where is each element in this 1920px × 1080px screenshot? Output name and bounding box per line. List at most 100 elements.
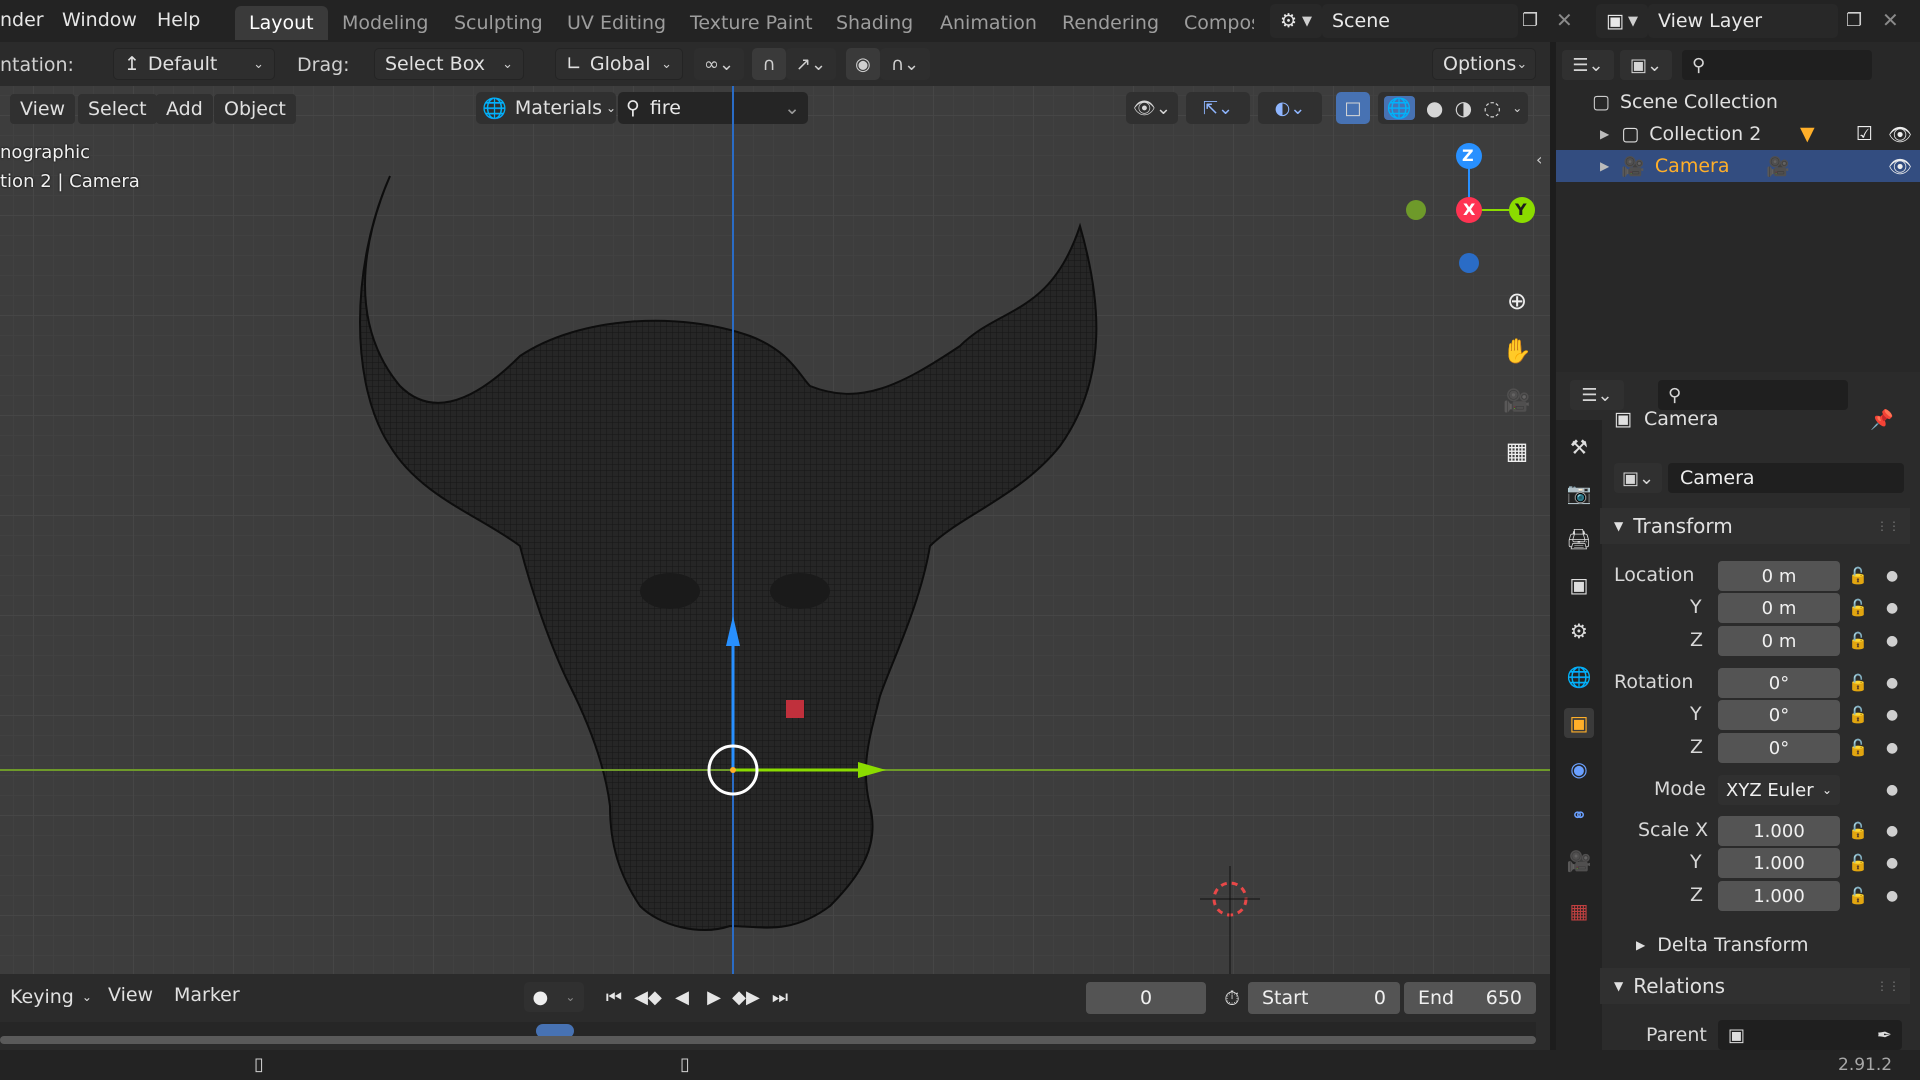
tab-rendering[interactable]: Rendering — [1048, 6, 1173, 40]
camera-data-icon[interactable]: 🎥 — [1766, 155, 1790, 178]
menu-window[interactable]: Window — [62, 9, 137, 31]
rotation-y-field[interactable]: 0° — [1718, 700, 1840, 730]
view-layer-tab-icon[interactable]: ▣ — [1564, 570, 1594, 600]
exclude-checkbox-icon[interactable]: ☑ — [1856, 123, 1873, 145]
rotation-x-field[interactable]: 0° — [1718, 668, 1840, 698]
outliner-item-camera[interactable]: ▶ 🎥 Camera 🎥 👁 — [1556, 150, 1920, 182]
lock-icon[interactable]: 🔓 — [1848, 738, 1868, 757]
tab-modeling[interactable]: Modeling — [328, 6, 442, 40]
options-dropdown[interactable]: Options ⌄ — [1432, 48, 1536, 80]
pan-hand-icon[interactable]: ✋ — [1498, 332, 1536, 370]
location-y-field[interactable]: 0 m — [1718, 593, 1840, 623]
eye-icon[interactable]: 👁 — [1888, 155, 1912, 178]
timeline-menu-view[interactable]: View — [108, 984, 153, 1006]
pin-icon[interactable]: 📌 — [1870, 408, 1894, 431]
drag-handle-icon[interactable]: ⋮⋮ — [1876, 519, 1900, 533]
keyframe-dot-icon[interactable]: ● — [1886, 675, 1898, 691]
prev-keyframe-icon[interactable]: ◀◆ — [632, 982, 664, 1012]
outliner-scene-collection[interactable]: ▢ Scene Collection — [1556, 86, 1920, 118]
snap-toggle[interactable]: ∩ — [752, 48, 786, 80]
view-layer-name-field[interactable]: View Layer — [1648, 4, 1838, 38]
parent-field[interactable]: ▣ ✒ — [1718, 1020, 1902, 1050]
eyedropper-icon[interactable]: ✒ — [1877, 1025, 1892, 1046]
tool-tab-icon[interactable]: ⚒ — [1564, 432, 1594, 462]
falloff-button[interactable]: ∩⌄ — [880, 48, 930, 80]
rotation-z-field[interactable]: 0° — [1718, 733, 1840, 763]
transform-panel-header[interactable]: ▼ Transform ⋮⋮ — [1600, 508, 1910, 544]
new-scene-icon[interactable]: ❐ — [1522, 10, 1538, 31]
delta-transform-subpanel[interactable]: ▶ Delta Transform — [1636, 930, 1896, 960]
expand-arrow-icon[interactable]: ▶ — [1600, 127, 1609, 141]
chevron-down-icon[interactable]: ⌄ — [565, 990, 575, 1004]
texture-tab-icon[interactable]: ▦ — [1564, 896, 1594, 926]
sidebar-toggle-icon[interactable]: ‹ — [1536, 150, 1542, 169]
close-icon[interactable]: ✕ — [1882, 8, 1899, 32]
tab-compositing[interactable]: Compos — [1170, 6, 1254, 40]
bull-head-mesh[interactable] — [0, 86, 1550, 974]
scale-y-field[interactable]: 1.000 — [1718, 848, 1840, 878]
tab-uv-editing[interactable]: UV Editing — [553, 6, 680, 40]
camera-view-icon[interactable]: 🎥 — [1498, 382, 1536, 420]
gizmo-y-arrow-head[interactable] — [858, 762, 886, 778]
record-icon[interactable]: ● — [533, 987, 549, 1008]
scale-x-field[interactable]: 1.000 — [1718, 816, 1840, 846]
constraints-tab-icon[interactable]: ⚭ — [1564, 800, 1594, 830]
end-frame-field[interactable]: End 650 — [1404, 982, 1536, 1014]
camera-data-tab-icon[interactable]: 🎥 — [1564, 846, 1594, 876]
keyframe-dot-icon[interactable]: ● — [1886, 707, 1898, 723]
start-frame-field[interactable]: Start 0 — [1248, 982, 1400, 1014]
gizmo-plane-handle[interactable] — [786, 700, 804, 718]
render-tab-icon[interactable]: 📷 — [1564, 478, 1594, 508]
output-tab-icon[interactable]: 🖨 — [1564, 524, 1594, 554]
keyframe-dot-icon[interactable]: ● — [1886, 740, 1898, 756]
keyframe-dot-icon[interactable]: ● — [1886, 823, 1898, 839]
current-frame-field[interactable]: 0 — [1086, 982, 1206, 1014]
menu-render[interactable]: nder — [0, 9, 44, 31]
lock-icon[interactable]: 🔓 — [1848, 566, 1868, 585]
nav-neg-y-ball[interactable] — [1406, 200, 1426, 220]
drag-handle-icon[interactable]: ⋮⋮ — [1876, 979, 1900, 993]
lock-icon[interactable]: 🔓 — [1848, 886, 1868, 905]
new-view-layer-icon[interactable]: ❐ — [1846, 10, 1862, 31]
stopwatch-icon[interactable]: ⏱ — [1216, 982, 1248, 1014]
rotation-mode-dropdown[interactable]: XYZ Euler ⌄ — [1718, 775, 1840, 805]
keying-dropdown[interactable]: Keying ⌄ — [0, 982, 96, 1012]
next-keyframe-icon[interactable]: ◆▶ — [730, 982, 762, 1012]
close-icon[interactable]: ✕ — [1556, 8, 1573, 32]
proportional-edit-toggle[interactable]: ◉ — [846, 48, 880, 80]
outliner-search-input[interactable]: ⚲ — [1682, 50, 1872, 80]
grid-icon[interactable]: ▦ — [1498, 432, 1536, 470]
play-icon[interactable]: ▶ — [698, 982, 730, 1012]
lock-icon[interactable]: 🔓 — [1848, 631, 1868, 650]
object-browse-button[interactable]: ▣⌄ — [1614, 463, 1662, 493]
keyframe-dot-icon[interactable]: ● — [1886, 782, 1898, 798]
pivot-point-button[interactable]: ∞⌄ — [694, 48, 744, 80]
tab-sculpting[interactable]: Sculpting — [440, 6, 557, 40]
snap-target-button[interactable]: ↗⌄ — [786, 48, 836, 80]
menu-help[interactable]: Help — [157, 9, 200, 31]
world-tab-icon[interactable]: 🌐 — [1564, 662, 1594, 692]
lock-icon[interactable]: 🔓 — [1848, 705, 1868, 724]
play-reverse-icon[interactable]: ◀ — [666, 982, 698, 1012]
keyframe-dot-icon[interactable]: ● — [1886, 633, 1898, 649]
scene-browse-button[interactable]: ⚙ ▼ — [1270, 4, 1322, 38]
eye-icon[interactable]: 👁 — [1888, 123, 1912, 146]
physics-tab-icon[interactable]: ◉ — [1564, 754, 1594, 784]
location-x-field[interactable]: 0 m — [1718, 561, 1840, 591]
lock-icon[interactable]: 🔓 — [1848, 673, 1868, 692]
keyframe-dot-icon[interactable]: ● — [1886, 888, 1898, 904]
tab-layout[interactable]: Layout — [235, 6, 328, 40]
jump-start-icon[interactable]: ⏮ — [598, 982, 630, 1012]
scale-z-field[interactable]: 1.000 — [1718, 881, 1840, 911]
tab-animation[interactable]: Animation — [926, 6, 1051, 40]
tab-shading[interactable]: Shading — [822, 6, 927, 40]
lock-icon[interactable]: 🔓 — [1848, 821, 1868, 840]
lock-icon[interactable]: 🔓 — [1848, 853, 1868, 872]
orientation-dropdown[interactable]: ↥ Default ⌄ — [113, 48, 275, 80]
keyframe-dot-icon[interactable]: ● — [1886, 855, 1898, 871]
object-name-field[interactable]: Camera — [1668, 463, 1904, 493]
keyframe-dot-icon[interactable]: ● — [1886, 568, 1898, 584]
view-layer-browse-button[interactable]: ▣ ▼ — [1596, 4, 1648, 38]
jump-end-icon[interactable]: ⏭ — [764, 982, 796, 1012]
zoom-icon[interactable]: ⊕ — [1498, 282, 1536, 320]
